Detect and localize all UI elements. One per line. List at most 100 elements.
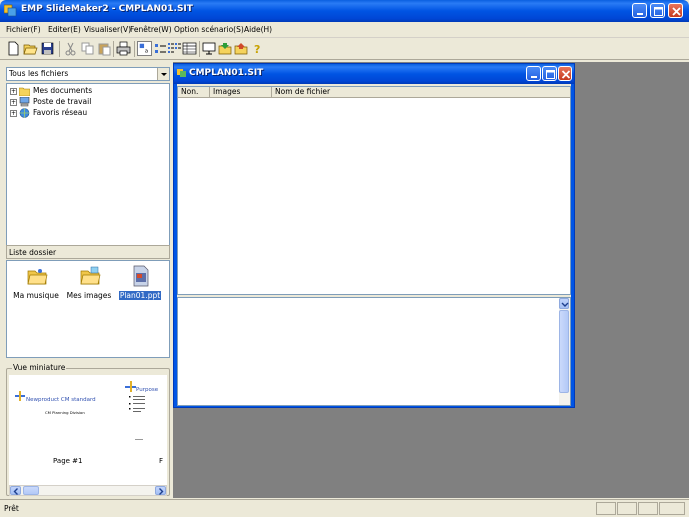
- file-type-value: Tous les fichiers: [9, 69, 69, 78]
- status-panel: [596, 502, 616, 515]
- page-label: Page #1: [53, 457, 83, 465]
- folder-music-icon: [27, 269, 48, 285]
- document-title-bar[interactable]: CMPLAN01.SIT: [174, 64, 574, 84]
- thumbnail-area[interactable]: Newproduct CM standard CM Planning Divis…: [9, 375, 167, 485]
- save-icon[interactable]: [40, 41, 55, 56]
- maximize-icon: [546, 70, 555, 79]
- thumbnail-title: Vue miniature: [12, 363, 67, 372]
- thumbnail-scrollbar[interactable]: [9, 485, 167, 496]
- folder-list-title: Liste dossier: [9, 248, 57, 257]
- app-icon: [4, 4, 17, 17]
- maximize-icon: [654, 7, 663, 16]
- scroll-right-button[interactable]: [155, 486, 166, 495]
- document-body: Non. Images Nom de fichier: [177, 84, 571, 406]
- expand-icon[interactable]: +: [10, 110, 17, 117]
- scroll-left-button[interactable]: [10, 486, 21, 495]
- menu-bar: Fichier(F) Editer(E) Visualiser(V) Fenêt…: [0, 22, 689, 38]
- document-icon: [177, 69, 186, 77]
- import-icon[interactable]: [234, 41, 249, 56]
- svg-text:a: a: [145, 48, 148, 54]
- menu-fichier[interactable]: Fichier(F): [6, 25, 41, 34]
- toolbar-separator: [113, 41, 114, 57]
- slide-left-subtitle: CM Planning Division: [45, 410, 85, 415]
- slide-thumbnail-2: Purpose F: [125, 381, 163, 465]
- notes-scrollbar[interactable]: [559, 298, 570, 405]
- help-icon[interactable]: ?: [250, 41, 265, 56]
- doc-close-button[interactable]: [558, 66, 572, 81]
- cut-icon[interactable]: [63, 41, 78, 56]
- folder-list-header: Liste dossier: [6, 245, 170, 259]
- main-title-bar[interactable]: EMP SlideMaker2 - CMPLAN01.SIT: [0, 0, 689, 22]
- large-icons-icon[interactable]: a: [137, 41, 152, 56]
- scroll-thumb[interactable]: [559, 310, 569, 393]
- minimize-button[interactable]: [632, 3, 647, 18]
- menu-fenetre[interactable]: Fenêtre(W): [130, 25, 172, 34]
- thumbnail-view-group: Vue miniature Newproduct CM standard CM …: [6, 363, 170, 496]
- column-header-filename[interactable]: Nom de fichier: [272, 87, 570, 98]
- slide-left-title: Newproduct CM standard: [26, 397, 96, 403]
- svg-text:?: ?: [254, 43, 260, 56]
- expand-icon[interactable]: +: [10, 99, 17, 106]
- small-icons-icon[interactable]: [153, 41, 168, 56]
- chevron-right-icon: [159, 488, 164, 495]
- details-icon[interactable]: [182, 41, 197, 56]
- folder-pictures-icon: [80, 266, 101, 285]
- expand-icon[interactable]: +: [10, 88, 17, 95]
- folder-item-plan01-ppt[interactable]: Plan01.ppt: [113, 265, 167, 309]
- slide-right-title: Purpose: [136, 387, 159, 393]
- folder-list: Ma musique Mes images Plan01.ppt: [6, 260, 170, 358]
- document-window: CMPLAN01.SIT Non. Images Nom de fichier: [173, 63, 575, 408]
- folder-icon: [19, 87, 30, 96]
- chevron-down-icon: [161, 73, 167, 76]
- status-text: Prêt: [4, 504, 19, 513]
- column-header-images[interactable]: Images: [210, 87, 272, 98]
- status-panel: [617, 502, 637, 515]
- left-pane: Tous les fichiers + Mes documents + Post…: [2, 62, 170, 498]
- toolbar-separator: [59, 41, 60, 57]
- list-icon[interactable]: [167, 41, 182, 56]
- folder-item-mes-images[interactable]: Mes images: [62, 265, 116, 309]
- maximize-button[interactable]: [650, 3, 665, 18]
- notes-area[interactable]: [177, 297, 571, 406]
- document-title: CMPLAN01.SIT: [189, 68, 264, 78]
- toolbar-separator: [134, 41, 135, 57]
- selected-file-label: Plan01.ppt: [118, 291, 162, 300]
- resize-grip[interactable]: [659, 502, 685, 515]
- slide-list[interactable]: Non. Images Nom de fichier: [177, 86, 571, 295]
- folder-tree: + Mes documents + Poste de travail + Fav…: [6, 83, 170, 246]
- doc-minimize-button[interactable]: [526, 66, 541, 81]
- copy-icon[interactable]: [80, 41, 95, 56]
- close-icon: [561, 70, 571, 79]
- close-button[interactable]: [668, 3, 683, 18]
- print-icon[interactable]: [116, 41, 131, 56]
- chevron-down-icon: [561, 302, 569, 307]
- export-icon[interactable]: [218, 41, 233, 56]
- chevron-left-icon: [13, 488, 18, 495]
- folder-item-ma-musique[interactable]: Ma musique: [9, 265, 63, 309]
- toolbar-separator: [199, 41, 200, 57]
- dropdown-arrow[interactable]: [157, 68, 169, 80]
- menu-option-scenario[interactable]: Option scénario(S): [174, 25, 244, 34]
- open-icon[interactable]: [23, 41, 38, 56]
- next-page-label: F: [159, 457, 163, 465]
- scroll-down-button[interactable]: [559, 298, 569, 309]
- minimize-icon: [637, 13, 643, 15]
- close-icon: [672, 7, 681, 16]
- scroll-thumb[interactable]: [23, 486, 39, 495]
- slideshow-icon[interactable]: [202, 41, 217, 56]
- window-title: EMP SlideMaker2 - CMPLAN01.SIT: [21, 4, 193, 14]
- slide-thumbnails: Newproduct CM standard CM Planning Divis…: [15, 381, 163, 465]
- paste-icon[interactable]: [97, 41, 112, 56]
- status-bar: Prêt: [0, 499, 689, 517]
- new-icon[interactable]: [6, 41, 21, 56]
- menu-visualiser[interactable]: Visualiser(V): [84, 25, 131, 34]
- column-header-non[interactable]: Non.: [178, 87, 210, 98]
- minimize-icon: [531, 76, 537, 78]
- menu-editer[interactable]: Editer(E): [48, 25, 81, 34]
- doc-maximize-button[interactable]: [542, 66, 557, 81]
- slide-thumbnail-1: Newproduct CM standard CM Planning Divis…: [15, 391, 96, 465]
- list-header: Non. Images Nom de fichier: [178, 87, 570, 98]
- file-type-dropdown[interactable]: Tous les fichiers: [6, 67, 170, 81]
- menu-aide[interactable]: Aide(H): [244, 25, 272, 34]
- toolbar: a ?: [0, 38, 689, 60]
